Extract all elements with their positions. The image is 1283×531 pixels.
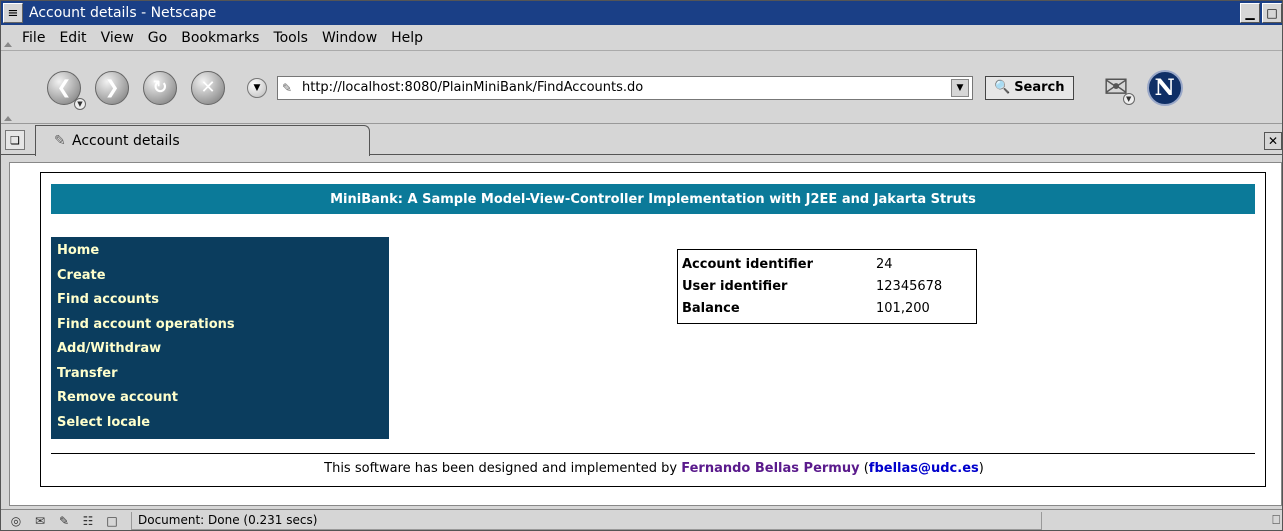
account-identifier-label: Account identifier [682, 256, 814, 272]
toolbar-grip-icon[interactable] [1, 52, 15, 124]
menu-go[interactable]: Go [141, 30, 174, 46]
mail-status-icon[interactable]: ✉ [31, 513, 49, 529]
window-controls: ▁ □ [1240, 3, 1282, 23]
tab-page-icon: ✎ [54, 133, 66, 149]
maximize-icon[interactable]: □ [1262, 3, 1282, 23]
search-icon: 🔍 [994, 80, 1011, 95]
email-link[interactable]: fbellas@udc.es [869, 461, 979, 476]
side-menu: Home Create Find accounts Find account o… [51, 237, 389, 439]
navigator-icon[interactable]: ◎ [7, 513, 25, 529]
window-title: Account details - Netscape [29, 5, 217, 21]
page-viewport: MiniBank: A Sample Model-View-Controller… [9, 162, 1282, 506]
tab-bar: ❏ ✎ Account details ✕ [1, 125, 1282, 156]
account-identifier-value: 24 [876, 256, 893, 272]
table-row: Balance 101,200 [682, 297, 942, 319]
menu-view[interactable]: View [94, 30, 141, 46]
page-footer: This software has been designed and impl… [41, 461, 1267, 476]
menu-bookmarks[interactable]: Bookmarks [174, 30, 266, 46]
account-details-box: Account identifier 24 User identifier 12… [677, 249, 977, 324]
table-row: User identifier 12345678 [682, 275, 942, 297]
close-tab-icon[interactable]: ✕ [1264, 132, 1282, 150]
balance-value: 101,200 [876, 300, 930, 316]
search-button-label: Search [1014, 80, 1065, 95]
menu-link-find-account-operations[interactable]: Find account operations [57, 315, 389, 340]
menubar-grip-icon[interactable] [1, 25, 15, 50]
balance-label: Balance [682, 300, 740, 316]
reload-icon[interactable]: ↻ [143, 70, 177, 105]
back-dropdown-icon[interactable]: ▼ [74, 97, 86, 110]
user-identifier-value: 12345678 [876, 278, 943, 294]
menu-link-select-locale[interactable]: Select locale [57, 413, 389, 438]
forward-arrow-icon[interactable]: ❯ [95, 70, 129, 105]
netscape-logo-icon[interactable]: N [1146, 69, 1183, 106]
chat-icon[interactable]: □ [103, 513, 121, 529]
connection-status-icon[interactable]: ⎕ [1272, 513, 1280, 528]
minimize-icon[interactable]: ▁ [1240, 3, 1260, 23]
page-proxy-icon[interactable]: ✎ [282, 81, 298, 95]
status-text: Document: Done (0.231 secs) [131, 511, 1041, 530]
mail-icon[interactable]: ✉ ▼ [1104, 70, 1135, 105]
status-progress-area [1041, 511, 1211, 530]
title-bar: ≡ Account details - Netscape ▁ □ [1, 1, 1282, 25]
user-identifier-label: User identifier [682, 278, 788, 294]
address-book-icon[interactable]: ☷ [79, 513, 97, 529]
search-button[interactable]: 🔍 Search [985, 75, 1074, 100]
tab-account-details[interactable]: ✎ Account details [35, 125, 370, 156]
page-banner: MiniBank: A Sample Model-View-Controller… [51, 184, 1255, 214]
window-menu-icon[interactable]: ≡ [3, 3, 23, 23]
menu-help[interactable]: Help [384, 30, 430, 46]
url-group: ▼ ✎ ▼ 🔍 Search [247, 75, 1074, 100]
url-input[interactable] [298, 80, 951, 95]
composer-icon[interactable]: ✎ [55, 513, 73, 529]
menu-edit[interactable]: Edit [52, 30, 93, 46]
footer-text: This software has been designed and impl… [324, 461, 678, 476]
stop-icon[interactable]: ✕ [191, 70, 225, 105]
menu-link-remove-account[interactable]: Remove account [57, 388, 389, 413]
table-row: Account identifier 24 [682, 253, 942, 275]
footer-divider [51, 453, 1255, 454]
menu-link-find-accounts[interactable]: Find accounts [57, 290, 389, 315]
menu-link-home[interactable]: Home [57, 241, 389, 266]
menu-link-transfer[interactable]: Transfer [57, 364, 389, 389]
url-bar: ✎ ▼ [277, 75, 973, 100]
new-tab-icon[interactable]: ❏ [5, 130, 25, 150]
url-dropdown-icon[interactable]: ▼ [951, 78, 969, 97]
menu-bar: File Edit View Go Bookmarks Tools Window… [1, 25, 1282, 51]
menu-link-add-withdraw[interactable]: Add/Withdraw [57, 339, 389, 364]
back-arrow-icon[interactable]: ❮ ▼ [47, 70, 86, 110]
author-link[interactable]: Fernando Bellas Permuy [681, 461, 859, 476]
tab-label: Account details [72, 133, 180, 149]
menu-file[interactable]: File [15, 30, 52, 46]
account-details-table: Account identifier 24 User identifier 12… [682, 253, 942, 319]
menu-tools[interactable]: Tools [266, 30, 315, 46]
history-dropdown-icon[interactable]: ▼ [247, 77, 267, 98]
browser-window: ≡ Account details - Netscape ▁ □ File Ed… [0, 0, 1283, 531]
page-container: MiniBank: A Sample Model-View-Controller… [40, 172, 1266, 487]
menu-link-create[interactable]: Create [57, 266, 389, 291]
navigation-toolbar: ❮▼ ❯ ↻ ✕ ▼ ✎ ▼ 🔍 Search ✉▼ N [1, 52, 1282, 124]
footer-close-paren: ) [978, 461, 984, 476]
mail-dropdown-icon[interactable]: ▼ [1122, 93, 1135, 105]
status-bar: ◎ ✉ ✎ ☷ □ Document: Done (0.231 secs) ⎕ [1, 509, 1282, 531]
menu-window[interactable]: Window [315, 30, 384, 46]
